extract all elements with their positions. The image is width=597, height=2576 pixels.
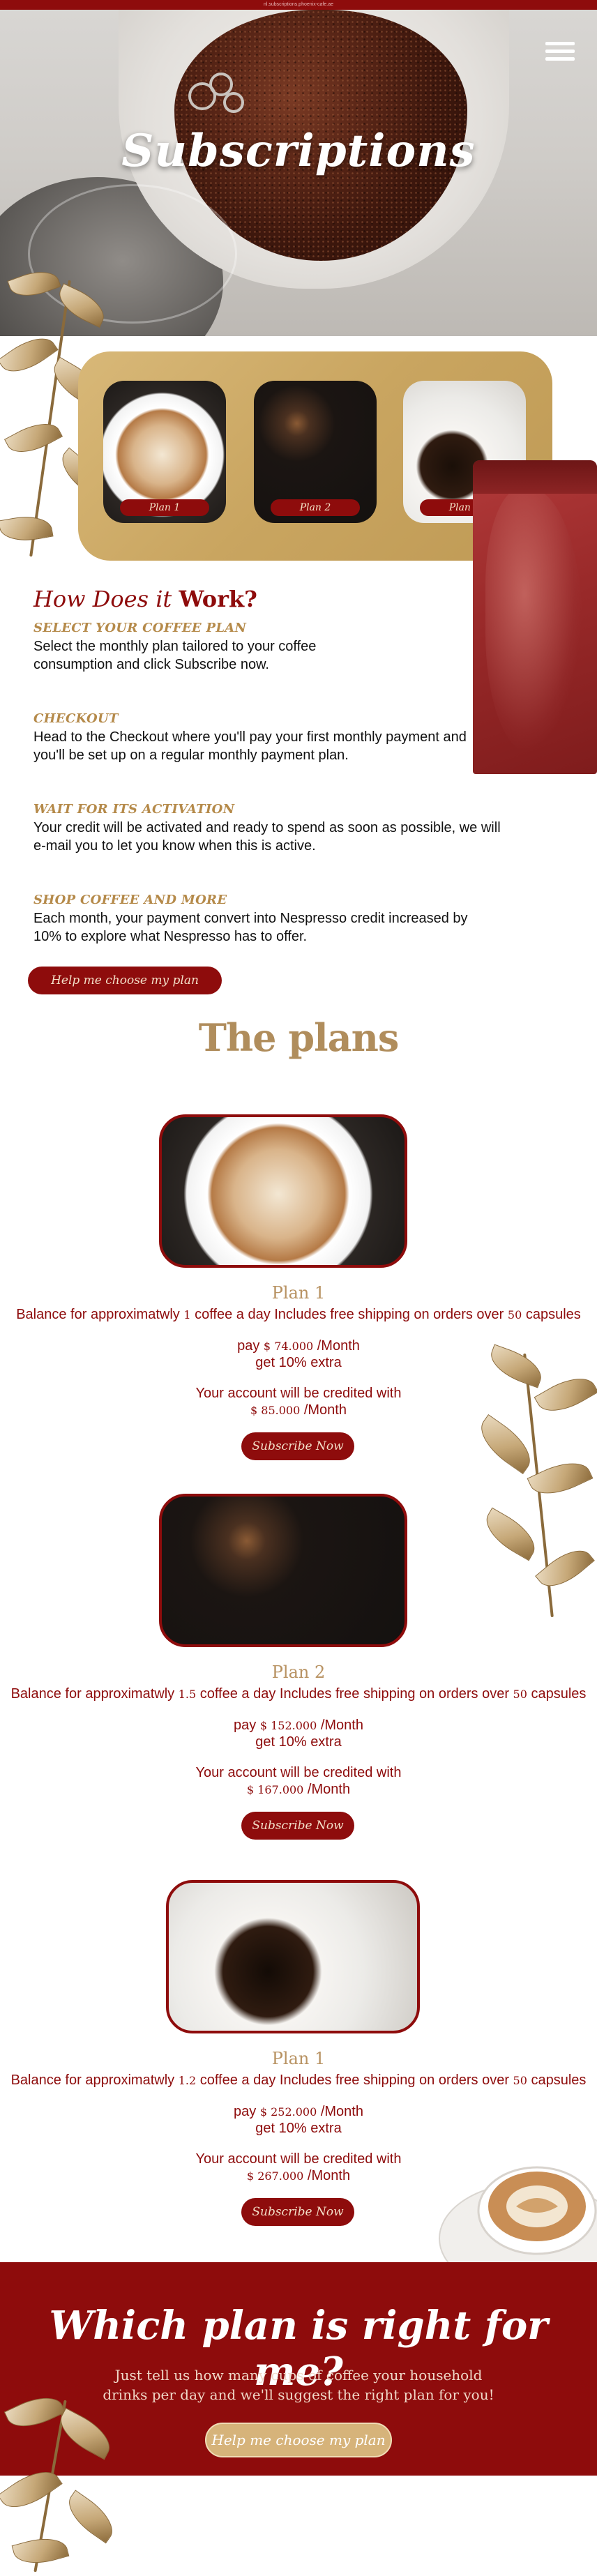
plan-2-credit-amount: $ 167.000 /Month <box>246 1782 351 1797</box>
plan-3-image <box>166 1880 420 2033</box>
coffee-bag-illustration <box>473 460 597 774</box>
step-1-text: Select the monthly plan tailored to your… <box>33 639 317 672</box>
step-3-text: Your credit will be activated and ready … <box>33 820 501 854</box>
step-2-heading: CHECKOUT <box>33 711 119 726</box>
plan-2-image <box>159 1494 407 1647</box>
plan-1-description: Balance for approximatwly 1 coffee a day… <box>16 1307 581 1322</box>
step-2-text: Head to the Checkout where you'll pay yo… <box>33 729 467 763</box>
plan-2-thumbnail[interactable]: Plan 2 <box>254 381 377 523</box>
plan-3-description: Balance for approximatwly 1.2 coffee a d… <box>10 2073 587 2088</box>
plan-2-name: Plan 2 <box>271 1662 326 1682</box>
plan-3-name: Plan 1 <box>271 2049 326 2068</box>
footer-help-choose-plan-button[interactable]: Help me choose my plan <box>205 2423 392 2457</box>
step-3-heading: WAIT FOR ITS ACTIVATION <box>33 802 235 817</box>
step-4-text: Each month, your payment convert into Ne… <box>33 911 468 944</box>
how-it-works-title: How Does it Work? <box>33 586 257 612</box>
step-4-heading: SHOP COFFEE AND MORE <box>33 893 227 907</box>
plan-2-thumb-label: Plan 2 <box>271 499 360 516</box>
plan-1-thumbnail[interactable]: Plan 1 <box>103 381 226 523</box>
hamburger-menu-icon[interactable] <box>545 42 575 63</box>
plan-2-description: Balance for approximatwly 1.5 coffee a d… <box>10 1686 587 1702</box>
how-title-part1: How Does it <box>33 586 172 612</box>
top-url-bar: nl.subscriptions.phoenix-cafe.ae <box>0 0 597 10</box>
plan-1-subscribe-button[interactable]: Subscribe Now <box>241 1432 354 1460</box>
plan-2-pay: pay $ 152.000 /Month <box>234 1718 363 1733</box>
step-1-heading: SELECT YOUR COFFEE PLAN <box>33 621 247 635</box>
coffee-plant-illustration-right <box>460 1344 597 1625</box>
plan-1-image <box>159 1114 407 1268</box>
plan-2-subscribe-button[interactable]: Subscribe Now <box>241 1812 354 1840</box>
hero-bubbles <box>188 73 251 121</box>
plan-1-thumb-label: Plan 1 <box>120 499 209 516</box>
plan-2-extra: get 10% extra <box>255 1734 342 1750</box>
how-title-part2: Work? <box>179 586 257 612</box>
hero-title: Subscriptions <box>121 125 476 177</box>
coffee-plant-illustration-bottom <box>0 2388 139 2576</box>
plan-2-credit-label: Your account will be credited with <box>195 1765 402 1780</box>
top-url-text: nl.subscriptions.phoenix-cafe.ae <box>263 2 333 7</box>
help-choose-plan-button[interactable]: Help me choose my plan <box>28 967 222 994</box>
plan-1-name: Plan 1 <box>271 1283 326 1303</box>
plan-3-pay: pay $ 252.000 /Month <box>234 2104 363 2119</box>
plans-section-title: The plans <box>198 1015 400 1060</box>
plan-3-subscribe-button[interactable]: Subscribe Now <box>241 2198 354 2226</box>
